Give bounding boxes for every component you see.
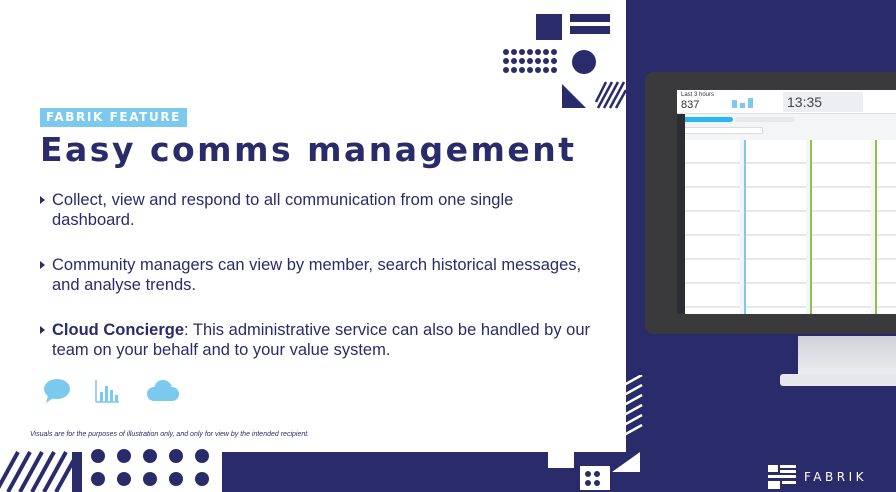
bullet-arrow-icon (40, 261, 45, 269)
brand-logo: FABRIK (768, 465, 867, 489)
cloud-icon (147, 380, 179, 401)
mini-chart (732, 94, 762, 108)
bullet-bold: Cloud Concierge (52, 321, 185, 339)
decorative-stripes-right (624, 375, 643, 437)
dashboard-tab[interactable] (735, 117, 795, 122)
dashboard-sidebar (677, 114, 685, 314)
page-title: Easy comms management (40, 130, 577, 169)
fabrik-logo-icon (768, 465, 796, 489)
message-column (679, 140, 741, 314)
dashboard-tab-active[interactable] (683, 117, 733, 122)
brand-name: FABRIK (804, 470, 867, 484)
decorative-pattern-top (503, 14, 628, 109)
monitor-mockup: Last 3 hours 837 13:35 (645, 72, 896, 342)
clock: 13:35 (787, 94, 823, 110)
monitor-stand (798, 336, 896, 376)
decorative-pattern-bottom (0, 449, 640, 492)
bullet-arrow-icon (40, 196, 45, 204)
bullet-item: Community managers can view by member, s… (40, 255, 600, 295)
message-columns (679, 140, 896, 314)
message-column (874, 140, 896, 314)
bullet-text: Community managers can view by member, s… (52, 256, 582, 294)
bullet-item: Collect, view and respond to all communi… (40, 190, 600, 230)
bullet-text: Collect, view and respond to all communi… (52, 191, 514, 229)
dashboard-screenshot: Last 3 hours 837 13:35 (677, 90, 896, 314)
message-column (809, 140, 871, 314)
disclaimer: Visuals are for the purposes of illustra… (30, 431, 310, 438)
feature-icons (42, 378, 180, 404)
period-label: Last 3 hours (681, 92, 715, 98)
bullet-item: Cloud Concierge: This administrative ser… (40, 320, 600, 360)
message-count: 837 (681, 99, 700, 111)
monitor-base (780, 374, 896, 386)
bar-chart-icon (95, 380, 119, 403)
chat-bubble-icon (44, 379, 70, 403)
dashboard-search[interactable] (683, 127, 763, 134)
bullet-list: Collect, view and respond to all communi… (40, 190, 600, 385)
message-column (744, 140, 806, 314)
clock-box: 13:35 (783, 92, 863, 112)
feature-tag: FABRIK FEATURE (40, 108, 187, 127)
dashboard-header: Last 3 hours 837 13:35 (677, 90, 896, 114)
bullet-arrow-icon (40, 326, 45, 334)
